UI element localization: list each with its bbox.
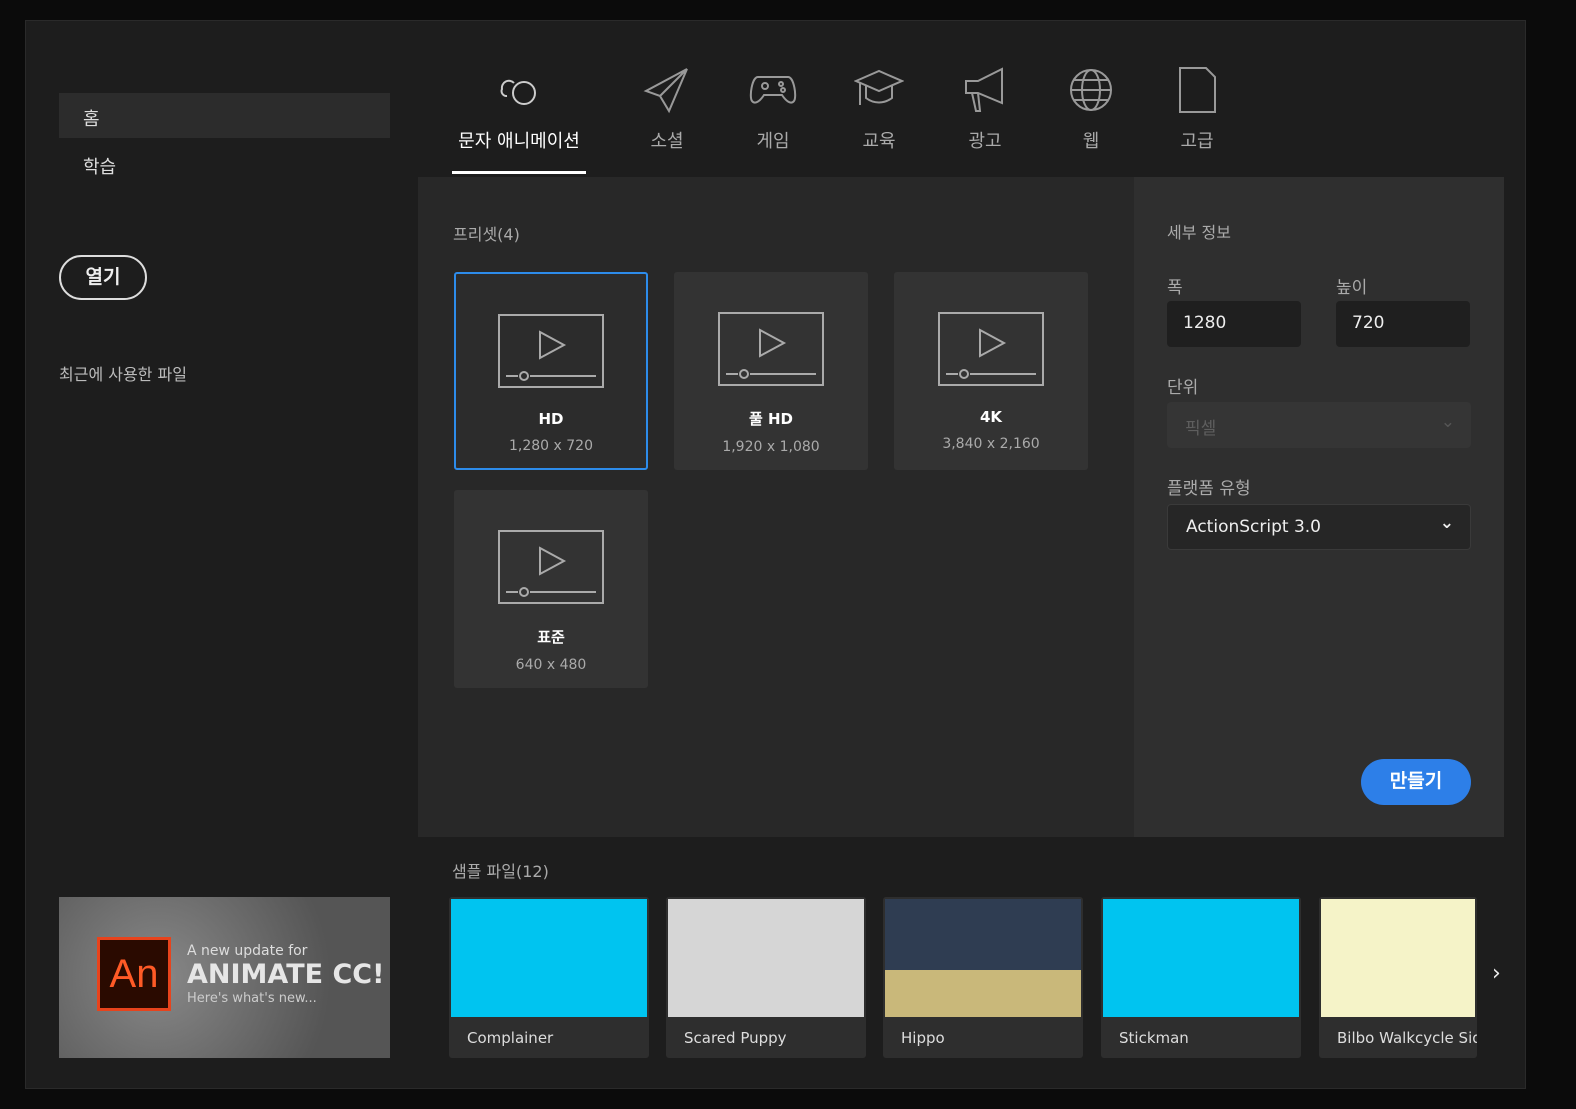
paper-plane-icon — [643, 68, 688, 114]
platform-label: 플랫폼 유형 — [1167, 479, 1251, 499]
tab-label: 소셜 — [650, 131, 684, 152]
tab-label: 문자 애니메이션 — [458, 131, 580, 152]
unit-label: 단위 — [1167, 378, 1199, 398]
chevron-down-icon: ⌄ — [1440, 412, 1455, 432]
details-title: 세부 정보 — [1167, 223, 1231, 242]
character-animation-icon — [500, 79, 536, 105]
sidebar-item-learn[interactable]: 학습 — [59, 141, 390, 186]
platform-value: ActionScript 3.0 — [1186, 517, 1321, 537]
sidebar-item-home[interactable]: 홈 — [59, 93, 390, 138]
details-panel: 세부 정보 폭 높이 1280 720 단위 픽셀 ⌄ 플랫폼 유형 Action… — [1134, 177, 1504, 837]
tab-label: 게임 — [756, 131, 790, 152]
animate-logo: An — [97, 937, 171, 1011]
active-tab-underline — [452, 171, 586, 174]
sample-thumbnail — [885, 899, 1081, 1017]
preset-name: HD — [538, 410, 564, 428]
sample-complainer[interactable]: Complainer — [449, 897, 649, 1058]
sample-thumbnail — [1321, 899, 1475, 1017]
open-button[interactable]: 열기 — [59, 255, 147, 300]
sample-thumbnail — [451, 899, 647, 1017]
presets-title: 프리셋(4) — [453, 225, 520, 244]
samples-title: 샘플 파일(12) — [452, 862, 549, 881]
promo-line1: A new update for — [187, 943, 308, 959]
recent-files-label: 최근에 사용한 파일 — [59, 365, 187, 384]
preset-panel: 프리셋(4) HD 1,280 x 720 풀 HD 1,920 x 1,080… — [418, 177, 1504, 837]
sample-name: Hippo — [901, 1029, 945, 1047]
height-input[interactable]: 720 — [1336, 301, 1470, 347]
tab-label: 광고 — [968, 131, 1002, 152]
sample-hippo[interactable]: Hippo — [883, 897, 1083, 1058]
chevron-right-icon[interactable]: › — [1492, 961, 1501, 986]
megaphone-icon — [965, 67, 1003, 112]
preset-size: 640 x 480 — [515, 657, 587, 673]
gamepad-icon — [749, 76, 797, 104]
preset-name: 표준 — [537, 628, 565, 646]
video-icon — [498, 314, 604, 388]
platform-select[interactable]: ActionScript 3.0 ⌄ — [1167, 504, 1471, 550]
tab-advanced[interactable]: 고급 — [1132, 65, 1262, 153]
sample-thumbnail — [1103, 899, 1299, 1017]
width-label: 폭 — [1167, 278, 1183, 298]
globe-icon — [1070, 69, 1112, 111]
sample-scared-puppy[interactable]: Scared Puppy — [666, 897, 866, 1058]
start-screen: 홈 학습 열기 최근에 사용한 파일 An A new update for A… — [25, 20, 1526, 1089]
height-label: 높이 — [1336, 278, 1368, 298]
video-icon — [718, 312, 824, 386]
preset-card-4k[interactable]: 4K 3,840 x 2,160 — [894, 272, 1088, 470]
tab-label: 고급 — [1180, 131, 1214, 152]
tab-label: 교육 — [862, 131, 896, 152]
width-input[interactable]: 1280 — [1167, 301, 1301, 347]
preset-name: 4K — [979, 408, 1003, 426]
sample-name: Scared Puppy — [684, 1029, 787, 1047]
video-icon — [498, 530, 604, 604]
unit-select[interactable]: 픽셀 ⌄ — [1167, 402, 1471, 448]
update-promo-banner[interactable]: An A new update for ANIMATE CC! Here's w… — [59, 897, 390, 1058]
preset-card-standard[interactable]: 표준 640 x 480 — [454, 490, 648, 688]
preset-name: 풀 HD — [748, 410, 794, 428]
preset-size: 1,920 x 1,080 — [722, 439, 820, 455]
graduation-cap-icon — [854, 69, 904, 105]
preset-size: 3,840 x 2,160 — [942, 436, 1040, 452]
tab-label: 웹 — [1082, 131, 1100, 152]
sample-name: Bilbo Walkcycle Side — [1337, 1029, 1477, 1047]
sample-bilbo-walkcycle[interactable]: Bilbo Walkcycle Side — [1319, 897, 1477, 1058]
unit-value: 픽셀 — [1185, 419, 1217, 439]
sample-thumbnail — [668, 899, 864, 1017]
preset-card-full-hd[interactable]: 풀 HD 1,920 x 1,080 — [674, 272, 868, 470]
promo-line3: Here's what's new... — [187, 991, 317, 1006]
preset-card-hd[interactable]: HD 1,280 x 720 — [454, 272, 648, 470]
chevron-down-icon: ⌄ — [1439, 513, 1454, 533]
sample-name: Stickman — [1119, 1029, 1189, 1047]
document-icon — [1179, 67, 1216, 113]
sample-stickman[interactable]: Stickman — [1101, 897, 1301, 1058]
preset-size: 1,280 x 720 — [509, 438, 593, 454]
create-button[interactable]: 만들기 — [1361, 759, 1471, 805]
promo-line2: ANIMATE CC! — [187, 959, 385, 990]
video-icon — [938, 312, 1044, 386]
tab-character-animation[interactable]: 문자 애니메이션 — [454, 65, 584, 153]
sample-name: Complainer — [467, 1029, 554, 1047]
